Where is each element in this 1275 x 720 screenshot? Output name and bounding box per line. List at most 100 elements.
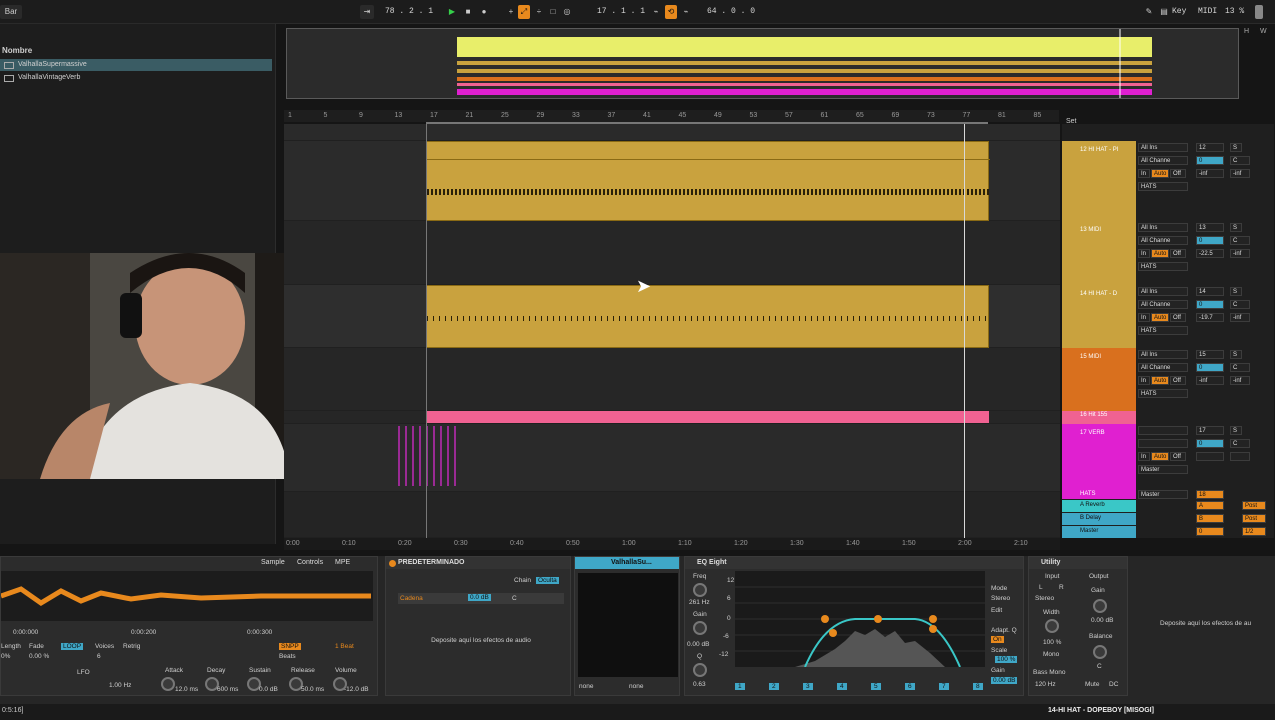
eq-band-toggle[interactable]: 8: [973, 683, 983, 690]
output-routing-select[interactable]: HATS: [1138, 262, 1188, 271]
eq-band-toggle[interactable]: 3: [803, 683, 813, 690]
track-volume[interactable]: 0: [1196, 156, 1224, 165]
return-post-toggle[interactable]: Post: [1242, 501, 1266, 510]
output-routing-select[interactable]: HATS: [1138, 182, 1188, 191]
play-icon[interactable]: ▶: [446, 5, 458, 19]
input-channel-select[interactable]: [1138, 439, 1188, 448]
voices-value[interactable]: 6: [97, 653, 101, 660]
bass-mono-value[interactable]: 120 Hz: [1035, 681, 1056, 688]
solo-button[interactable]: S: [1230, 350, 1242, 359]
monitor-off-toggle[interactable]: Off: [1170, 249, 1186, 258]
loop-length[interactable]: 64 . 0 . 0: [707, 5, 757, 19]
monitor-off-toggle[interactable]: Off: [1170, 376, 1186, 385]
time-ruler[interactable]: 0:00 0:10 0:20 0:30 0:40 0:50 1:00 1:10 1:20 1:30…: [284, 538, 1060, 550]
track-pan[interactable]: C: [1230, 236, 1250, 245]
track-number[interactable]: 14: [1196, 287, 1224, 296]
eq-band-toggle[interactable]: 5: [871, 683, 881, 690]
loop-start[interactable]: 17 . 1 . 1: [597, 5, 647, 19]
computer-keyboard-icon[interactable]: ▤: [1158, 5, 1170, 19]
return-track-name[interactable]: A Reverb: [1062, 500, 1136, 512]
bar-ruler[interactable]: 1 5 9 13 17 21 25 29 33 37 41 45 49 53 57 61 65 69 73 77 81 8…: [284, 110, 1059, 122]
track-peak-meter-2[interactable]: -inf: [1230, 249, 1250, 258]
track-pan[interactable]: C: [1230, 156, 1250, 165]
attack-knob[interactable]: [161, 677, 175, 691]
track-peak-meter-2[interactable]: -inf: [1230, 313, 1250, 322]
solo-button[interactable]: S: [1230, 287, 1242, 296]
balance-knob[interactable]: [1093, 645, 1107, 659]
monitor-in-toggle[interactable]: In: [1138, 169, 1150, 178]
output-routing-select[interactable]: HATS: [1138, 326, 1188, 335]
track-pan[interactable]: C: [1230, 363, 1250, 372]
overview-w-button[interactable]: W: [1260, 28, 1267, 35]
snap-toggle[interactable]: SNPP: [279, 643, 301, 650]
rack-power-icon[interactable]: [389, 560, 396, 567]
monitor-auto-toggle[interactable]: Auto: [1151, 313, 1169, 322]
track-peak-meter[interactable]: -inf: [1196, 376, 1224, 385]
input-type-select[interactable]: All Ins: [1138, 287, 1188, 296]
monitor-auto-toggle[interactable]: Auto: [1151, 376, 1169, 385]
track-peak-meter-2[interactable]: [1230, 452, 1250, 461]
eq-band-toggle[interactable]: 6: [905, 683, 915, 690]
return-track-name[interactable]: B Delay: [1062, 513, 1136, 525]
output-routing-select[interactable]: Master: [1138, 465, 1188, 474]
output-gain-value[interactable]: 0.00 dB: [991, 677, 1018, 684]
track-volume[interactable]: 0: [1196, 439, 1224, 448]
song-position[interactable]: 78 . 2 . 1: [385, 5, 437, 19]
track-peak-meter[interactable]: -inf: [1196, 169, 1224, 178]
input-type-select[interactable]: All Ins: [1138, 223, 1188, 232]
overview-h-button[interactable]: H: [1244, 28, 1249, 35]
browser-item-valhalla-vintageverb[interactable]: ValhallaVintageVerb: [0, 72, 272, 84]
scale-value[interactable]: 100 %: [995, 656, 1018, 663]
q-knob[interactable]: [693, 663, 707, 677]
input-type-select[interactable]: All Ins: [1138, 350, 1188, 359]
loop-toggle[interactable]: LOOP: [61, 643, 84, 650]
track-pan[interactable]: C: [1230, 439, 1250, 448]
return-value[interactable]: 0: [1196, 527, 1224, 536]
return-track-name[interactable]: Master: [1062, 526, 1136, 538]
automation-arm-icon[interactable]: ⤢: [518, 5, 530, 19]
group-track-hats[interactable]: HATS Master 18: [1062, 490, 1274, 499]
track-name[interactable]: 16 Hit 155: [1062, 411, 1136, 424]
gain-knob[interactable]: [693, 621, 707, 635]
clip-hit-155[interactable]: [426, 411, 989, 423]
input-channel-select[interactable]: All Channe: [1138, 156, 1188, 165]
track-peak-meter-2[interactable]: -inf: [1230, 376, 1250, 385]
track-peak-meter[interactable]: [1196, 452, 1224, 461]
input-channel-select[interactable]: All Channe: [1138, 363, 1188, 372]
punch-out-icon[interactable]: ⌁: [680, 5, 692, 19]
eq-band-toggle[interactable]: 2: [769, 683, 779, 690]
monitor-in-toggle[interactable]: In: [1138, 376, 1150, 385]
phase-right-toggle[interactable]: R: [1059, 584, 1064, 591]
monitor-in-toggle[interactable]: In: [1138, 452, 1150, 461]
monitor-off-toggle[interactable]: Off: [1170, 452, 1186, 461]
browser-item-valhalla-supermassive[interactable]: ValhallaSupermassive: [0, 59, 272, 71]
track-volume[interactable]: 0: [1196, 300, 1224, 309]
track-volume[interactable]: 0: [1196, 363, 1224, 372]
overdub-icon[interactable]: ÷: [533, 5, 545, 19]
track-number[interactable]: 13: [1196, 223, 1224, 232]
loop-switch-icon[interactable]: ⟲: [665, 5, 677, 19]
adapt-q-toggle[interactable]: On: [991, 636, 1004, 643]
clip-verb-midi[interactable]: [398, 426, 460, 486]
eq-band-toggle[interactable]: 1: [735, 683, 745, 690]
sample-waveform[interactable]: [0, 571, 373, 621]
add-icon[interactable]: +: [505, 5, 517, 19]
return-value[interactable]: A: [1196, 501, 1224, 510]
tab-mpe[interactable]: MPE: [335, 559, 350, 566]
tab-sample[interactable]: Sample: [261, 559, 285, 566]
input-type-select[interactable]: [1138, 426, 1188, 435]
chain-pan[interactable]: C: [512, 595, 517, 602]
track-volume[interactable]: 0: [1196, 236, 1224, 245]
plugin-preset-select[interactable]: none: [579, 683, 593, 690]
phase-left-toggle[interactable]: L: [1039, 584, 1043, 591]
utility-gain-knob[interactable]: [1093, 599, 1107, 613]
track-number[interactable]: 17: [1196, 426, 1224, 435]
return-post-toggle[interactable]: Post: [1242, 514, 1266, 523]
track-peak-meter[interactable]: -19.7: [1196, 313, 1224, 322]
monitor-off-toggle[interactable]: Off: [1170, 169, 1186, 178]
monitor-auto-toggle[interactable]: Auto: [1151, 249, 1169, 258]
key-map-button[interactable]: Key: [1172, 5, 1190, 19]
mute-toggle[interactable]: Mute: [1085, 681, 1099, 688]
track-name[interactable]: 13 MIDI: [1062, 221, 1136, 285]
arrangement-overview[interactable]: [286, 28, 1239, 99]
